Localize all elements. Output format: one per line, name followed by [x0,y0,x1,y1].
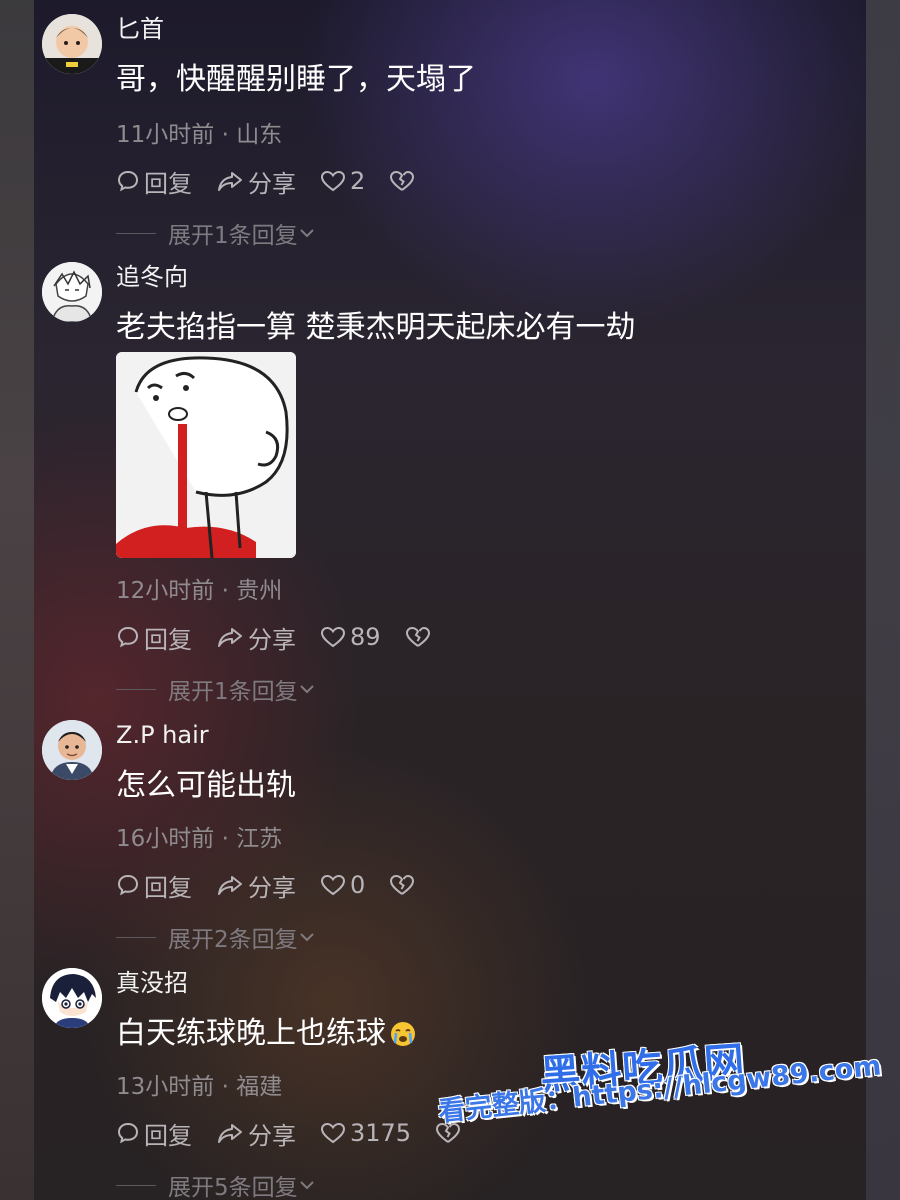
divider [116,688,156,690]
share-label: 分享 [248,873,296,902]
comment-text: 怎么可能出轨 [116,768,296,803]
reply-button[interactable]: 回复 [116,620,192,655]
avatar[interactable] [42,720,102,780]
reply-button[interactable]: 回复 [116,164,192,199]
broken-heart-icon [390,874,415,895]
comment-text: 老夫掐指一算 楚秉杰明天起床必有一劫 [116,310,636,345]
divider [116,936,156,938]
expand-label: 展开5条回复 [168,1175,298,1200]
comment-text-row: 白天练球晚上也练球 [116,1014,418,1054]
chevron-down-icon [299,685,314,694]
dislike-button[interactable] [389,873,419,897]
reply-label: 回复 [144,625,192,654]
comment-actions: 回复 分享 2 [116,164,443,198]
expand-label: 展开2条回复 [168,927,298,953]
share-label: 分享 [248,169,296,198]
share-button[interactable]: 分享 [216,1116,296,1151]
expand-label: 展开1条回复 [168,223,298,249]
avatar[interactable] [42,968,102,1028]
share-arrow-icon [218,172,242,191]
share-button[interactable]: 分享 [216,620,296,655]
heart-outline-icon [320,874,346,896]
avatar[interactable] [42,262,102,322]
chevron-down-icon [299,229,314,238]
share-arrow-icon [218,876,242,895]
comment-text: 白天练球晚上也练球 [116,1016,386,1051]
share-button[interactable]: 分享 [216,164,296,199]
reply-button[interactable]: 回复 [116,868,192,903]
dislike-button[interactable] [405,625,435,649]
heart-outline-icon [320,170,346,192]
expand-replies-button[interactable]: 展开2条回复 [116,920,316,954]
comment-list[interactable]: 匕首 哥，快醒醒别睡了，天塌了 11小时前 · 山东 回复 分享 2 展开1条回… [34,0,866,1200]
comment-actions: 回复 分享 3175 [116,1116,489,1150]
like-count: 3175 [350,1119,412,1147]
heart-outline-icon [320,1122,346,1144]
like-count: 2 [350,167,366,195]
username[interactable]: 真没招 [116,968,188,998]
share-button[interactable]: 分享 [216,868,296,903]
reply-label: 回复 [144,873,192,902]
divider [116,232,156,234]
speech-bubble-icon [117,170,139,192]
comment-meta: 12小时前 · 贵州 [116,578,283,604]
broken-heart-icon [390,170,415,191]
expand-replies-button[interactable]: 展开5条回复 [116,1168,316,1200]
comment-meta: 13小时前 · 福建 [116,1074,283,1100]
speech-bubble-icon [117,874,139,896]
reply-label: 回复 [144,1121,192,1150]
crying-face-emoji-icon [391,1022,415,1046]
right-edge-background [866,0,900,1200]
like-button[interactable]: 0 [320,871,365,899]
comment-actions: 回复 分享 89 [116,620,459,654]
sticker-image[interactable] [116,352,296,558]
username[interactable]: Z.P hair [116,720,209,750]
divider [116,1184,156,1186]
like-count: 89 [350,623,381,651]
chevron-down-icon [299,1181,314,1190]
share-arrow-icon [218,628,242,647]
expand-replies-button[interactable]: 展开1条回复 [116,216,316,250]
comment-text: 哥，快醒醒别睡了，天塌了 [116,62,476,97]
like-button[interactable]: 2 [320,167,365,195]
like-button[interactable]: 89 [320,623,381,651]
reply-label: 回复 [144,169,192,198]
share-arrow-icon [218,1124,242,1143]
share-label: 分享 [248,1121,296,1150]
expand-label: 展开1条回复 [168,679,298,705]
reply-button[interactable]: 回复 [116,1116,192,1151]
speech-bubble-icon [117,626,139,648]
username[interactable]: 匕首 [116,14,164,44]
comment-meta: 16小时前 · 江苏 [116,826,283,852]
expand-replies-button[interactable]: 展开1条回复 [116,672,316,706]
comment-meta: 11小时前 · 山东 [116,122,283,148]
chevron-down-icon [299,933,314,942]
speech-bubble-icon [117,1122,139,1144]
broken-heart-icon [405,626,430,647]
username[interactable]: 追冬向 [116,262,188,292]
left-edge-background [0,0,34,1200]
heart-outline-icon [320,626,346,648]
share-label: 分享 [248,625,296,654]
dislike-button[interactable] [389,169,419,193]
like-button[interactable]: 3175 [320,1119,411,1147]
comment-actions: 回复 分享 0 [116,868,443,902]
like-count: 0 [350,871,366,899]
avatar[interactable] [42,14,102,74]
